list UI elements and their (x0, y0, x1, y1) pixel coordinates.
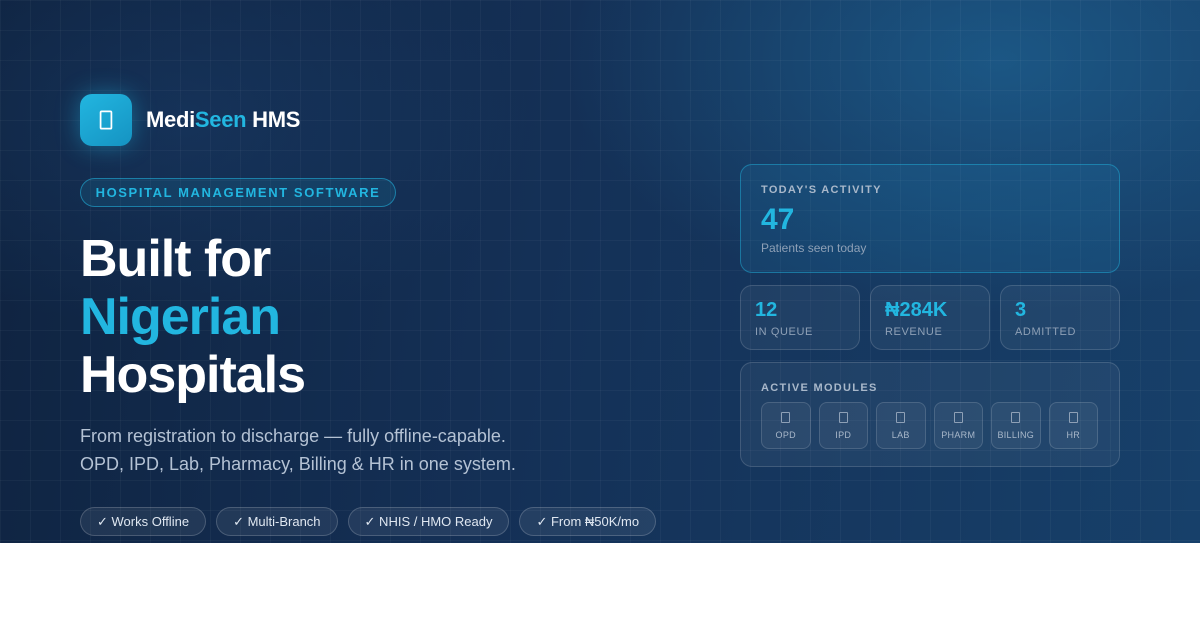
headline: Built for Nigerian Hospitals (80, 230, 306, 404)
feature-list: ✓ Works Offline ✓ Multi-Branch ✓ NHIS / … (80, 507, 657, 536)
module-label: BILLING (997, 429, 1035, 440)
module-hr[interactable]: HR (1048, 402, 1098, 449)
stat-label: ADMITTED (1015, 326, 1077, 338)
module-label: LAB (891, 429, 910, 440)
stat-card-queue: 12 IN QUEUE (740, 285, 860, 350)
subtitle-line-2: OPD, IPD, Lab, Pharmacy, Billing & HR in… (80, 454, 516, 474)
module-list: OPD IPD LAB PHARM BILLING HR (761, 402, 1098, 449)
feature-nhis-hmo: ✓ NHIS / HMO Ready (347, 507, 510, 536)
stat-value: 12 (755, 299, 778, 321)
module-icon (838, 411, 848, 423)
module-label: OPD (775, 429, 796, 440)
headline-line-3: Hospitals (80, 346, 306, 404)
module-icon (896, 411, 906, 423)
tagline-badge: HOSPITAL MANAGEMENT SOFTWARE (80, 178, 396, 207)
module-icon (781, 411, 791, 423)
module-label: PHARM (941, 429, 976, 440)
brand[interactable]: MediSeen HMS (80, 94, 300, 146)
module-billing[interactable]: BILLING (991, 402, 1041, 449)
subtitle-line-1: From registration to discharge — fully o… (80, 426, 506, 446)
activity-value: 47 (761, 203, 795, 236)
brand-name: MediSeen HMS (146, 107, 301, 132)
headline-line-2: Nigerian (80, 288, 281, 346)
module-opd[interactable]: OPD (761, 402, 811, 449)
subtitle: From registration to discharge — fully o… (80, 422, 516, 478)
stat-label: IN QUEUE (755, 326, 813, 338)
stat-value: 3 (1015, 299, 1027, 321)
hero-section: MediSeen HMS HOSPITAL MANAGEMENT SOFTWAR… (0, 0, 1200, 543)
module-icon (1068, 411, 1078, 423)
feature-works-offline: ✓ Works Offline (80, 507, 207, 536)
module-label: IPD (835, 429, 852, 440)
active-modules-card: ACTIVE MODULES OPD IPD LAB PHARM BILLING (740, 362, 1120, 467)
activity-label: TODAY'S ACTIVITY (761, 184, 882, 196)
hospital-icon (80, 94, 132, 146)
headline-line-1: Built for (80, 230, 271, 288)
stat-label: REVENUE (885, 326, 943, 338)
module-pharm[interactable]: PHARM (933, 402, 983, 449)
modules-label: ACTIVE MODULES (761, 382, 878, 394)
module-icon (953, 411, 963, 423)
activity-sub: Patients seen today (761, 241, 867, 255)
module-lab[interactable]: LAB (876, 402, 926, 449)
module-label: HR (1066, 429, 1081, 440)
stat-card-revenue: ₦284K REVENUE (870, 285, 990, 350)
feature-multi-branch: ✓ Multi-Branch (216, 507, 338, 536)
module-icon (1011, 411, 1021, 423)
module-ipd[interactable]: IPD (818, 402, 868, 449)
feature-pricing: ✓ From ₦50K/mo (519, 507, 657, 536)
activity-card: TODAY'S ACTIVITY 47 Patients seen today (740, 164, 1120, 273)
stat-value: ₦284K (885, 299, 948, 321)
stat-card-admitted: 3 ADMITTED (1000, 285, 1120, 350)
